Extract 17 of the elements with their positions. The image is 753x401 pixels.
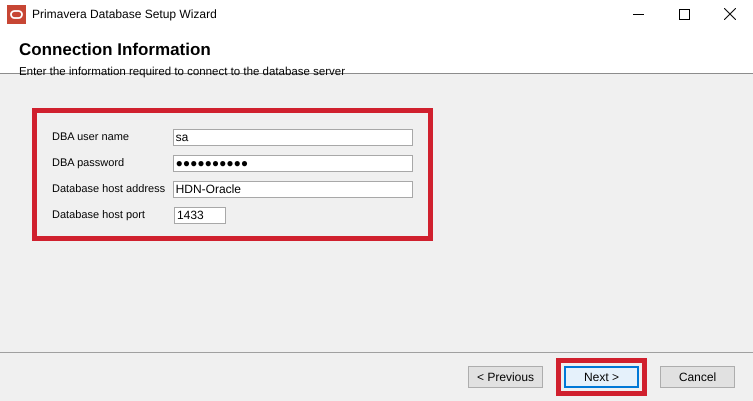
input-field[interactable]: 1433 — [174, 206, 226, 224]
field-label: Database host address — [52, 183, 166, 195]
input-field[interactable]: HDN-Oracle — [172, 180, 413, 198]
close-icon[interactable] — [724, 8, 736, 20]
wizard-button[interactable]: < Previous — [468, 366, 543, 388]
maximize-icon[interactable] — [678, 8, 690, 20]
input-field[interactable]: ●●●●●●●●●● — [172, 154, 413, 172]
wizard-button[interactable]: Cancel — [660, 366, 735, 388]
window-title: Primavera Database Setup Wizard — [32, 7, 218, 21]
field-label: DBA user name — [52, 131, 130, 143]
field-label: Database host port — [52, 209, 146, 221]
page-heading: Connection Information — [19, 40, 211, 60]
wizard-button[interactable]: Next > — [564, 366, 639, 388]
field-label: DBA password — [52, 157, 126, 169]
page-subtitle: Enter the information required to connect to the database server — [19, 66, 346, 78]
app-logo-icon — [7, 4, 26, 24]
input-field[interactable]: sa — [172, 128, 413, 146]
